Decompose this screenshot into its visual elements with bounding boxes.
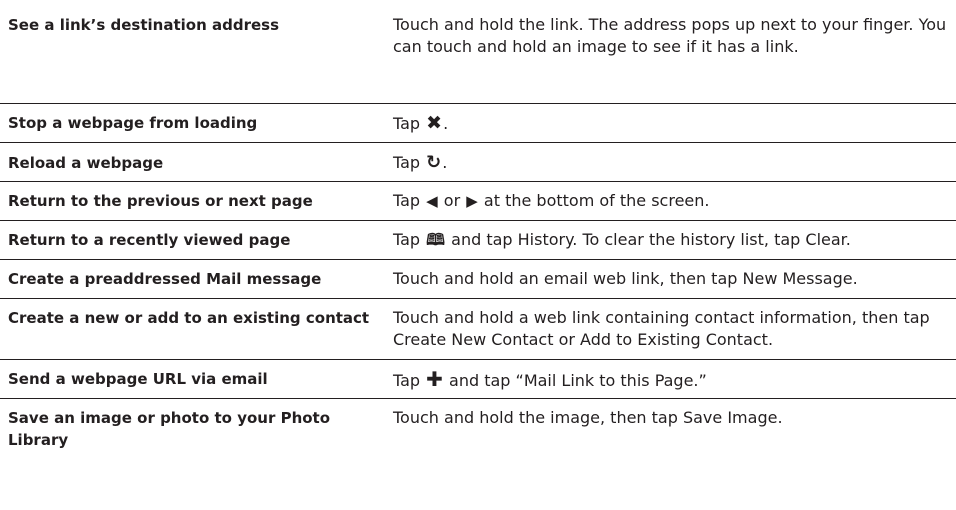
table-row: Reload a webpage Tap ↻. (0, 143, 956, 182)
plus-icon: ✚ (426, 367, 443, 391)
forward-triangle-icon: ▶ (466, 192, 478, 210)
table-row: See a link’s destination address Touch a… (0, 0, 956, 104)
howto-text: Tap (393, 371, 426, 390)
howto-text: Tap (393, 191, 426, 210)
bookmarks-icon: 🕮 (426, 230, 446, 249)
action-cell: Create a preaddressed Mail message (8, 270, 322, 288)
action-cell: Create a new or add to an existing conta… (8, 309, 370, 327)
action-cell: Save an image or photo to your Photo Lib… (8, 409, 331, 449)
howto-text: or (438, 191, 466, 210)
howto-cell: Tap ↻. (385, 152, 956, 181)
action-cell: Stop a webpage from loading (8, 114, 258, 132)
howto-cell: Touch and hold an email web link, then t… (393, 269, 858, 288)
action-cell: Return to a recently viewed page (8, 231, 291, 249)
table-row: Save an image or photo to your Photo Lib… (0, 399, 956, 510)
reload-icon: ↻ (426, 152, 442, 173)
table-row: Create a new or add to an existing conta… (0, 299, 956, 360)
back-triangle-icon: ◀ (426, 192, 438, 210)
howto-text: . (442, 153, 448, 172)
howto-cell: Touch and hold the link. The address pop… (393, 15, 947, 56)
action-cell: Reload a webpage (8, 154, 164, 172)
howto-text: and tap “Mail Link to this Page.” (443, 371, 707, 390)
table-row: Create a preaddressed Mail message Touch… (0, 260, 956, 299)
howto-text: and tap History. To clear the history li… (446, 230, 851, 249)
howto-cell: Tap ✖. (385, 112, 956, 142)
howto-cell: Touch and hold a web link containing con… (393, 308, 930, 349)
action-cell: Send a webpage URL via email (8, 370, 268, 388)
safari-tips-table: See a link’s destination address Touch a… (0, 0, 956, 510)
howto-text: Tap (393, 114, 426, 133)
howto-cell: Tap ✚ and tap “Mail Link to this Page.” (385, 368, 956, 398)
action-cell: Return to the previous or next page (8, 192, 313, 210)
stop-x-icon: ✖ (426, 112, 443, 134)
table-row: Stop a webpage from loading Tap ✖. (0, 104, 956, 143)
action-cell: See a link’s destination address (8, 16, 279, 34)
table-row: Return to a recently viewed page Tap 🕮 a… (0, 221, 956, 260)
table-row: Send a webpage URL via email Tap ✚ and t… (0, 360, 956, 399)
howto-cell: Touch and hold the image, then tap Save … (393, 408, 783, 427)
table-row: Return to the previous or next page Tap … (0, 182, 956, 221)
howto-text: Tap (393, 153, 426, 172)
howto-cell: Tap ◀ or ▶ at the bottom of the screen. (385, 190, 956, 220)
howto-text: at the bottom of the screen. (478, 191, 710, 210)
howto-text: Tap (393, 230, 426, 249)
howto-text: . (443, 114, 449, 133)
howto-cell: Tap 🕮 and tap History. To clear the hist… (385, 229, 956, 259)
